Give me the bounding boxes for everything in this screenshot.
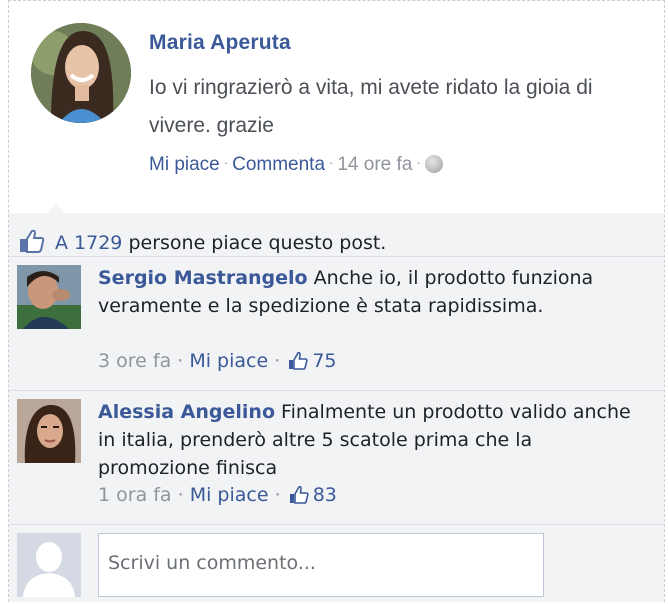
commenter-avatar[interactable] — [17, 265, 81, 329]
comment-input[interactable]: Scrivi un commento... — [98, 533, 544, 597]
post-text: Io vi ringrazierò a vita, mi avete ridat… — [149, 76, 593, 137]
comment-meta: 1 ora fa · Mi piace · 83 — [98, 484, 337, 509]
comment-like-link[interactable]: Mi piace — [189, 350, 268, 372]
comment-timestamp[interactable]: 3 ore fa — [98, 350, 171, 372]
divider — [9, 390, 664, 391]
separator-dot: · — [223, 155, 229, 170]
separator-dot: · — [329, 155, 334, 170]
comment-like-count[interactable]: 75 — [312, 350, 336, 372]
divider — [9, 524, 664, 525]
comment-like-count[interactable]: 83 — [313, 484, 337, 506]
likes-prefix[interactable]: A — [55, 232, 68, 254]
commenter-name[interactable]: Sergio Mastrangelo — [98, 267, 308, 289]
post-author-name[interactable]: Maria Aperuta — [149, 31, 291, 55]
thumbs-up-icon — [19, 229, 45, 258]
separator-dot: · — [416, 155, 421, 170]
comment-text-block: Alessia Angelino Finalmente un prodotto … — [98, 398, 643, 482]
post-actions: Mi piace · Commenta · 14 ore fa · — [149, 154, 443, 176]
comment-like-link[interactable]: Mi piace — [190, 484, 269, 506]
panel-pointer — [47, 204, 65, 213]
post-timestamp[interactable]: 14 ore fa — [337, 154, 412, 175]
likes-suffix: persone piace questo post. — [128, 232, 387, 254]
commenter-name[interactable]: Alessia Angelino — [98, 401, 275, 423]
comments-panel: A 1729 persone piace questo post. Sergio… — [9, 204, 664, 602]
comment-meta: 3 ore fa · Mi piace · 75 — [98, 350, 337, 375]
globe-icon[interactable] — [424, 155, 443, 173]
post-card: Maria Aperuta Io vi ringrazierò a vita, … — [8, 0, 665, 602]
author-avatar[interactable] — [31, 23, 131, 123]
commenter-avatar[interactable] — [17, 399, 81, 463]
thumbs-up-icon — [288, 351, 309, 375]
post-like-link[interactable]: Mi piace — [149, 154, 220, 175]
likes-summary: A 1729 persone piace questo post. — [19, 229, 386, 258]
comment-text-block: Sergio Mastrangelo Anche io, il prodotto… — [98, 264, 643, 320]
thumbs-up-icon — [289, 485, 309, 509]
default-user-avatar-icon — [17, 533, 81, 597]
comment-timestamp[interactable]: 1 ora fa — [98, 484, 172, 506]
divider — [9, 256, 664, 257]
post-comment-link[interactable]: Commenta — [232, 154, 325, 175]
likes-count[interactable]: 1729 — [74, 232, 122, 254]
